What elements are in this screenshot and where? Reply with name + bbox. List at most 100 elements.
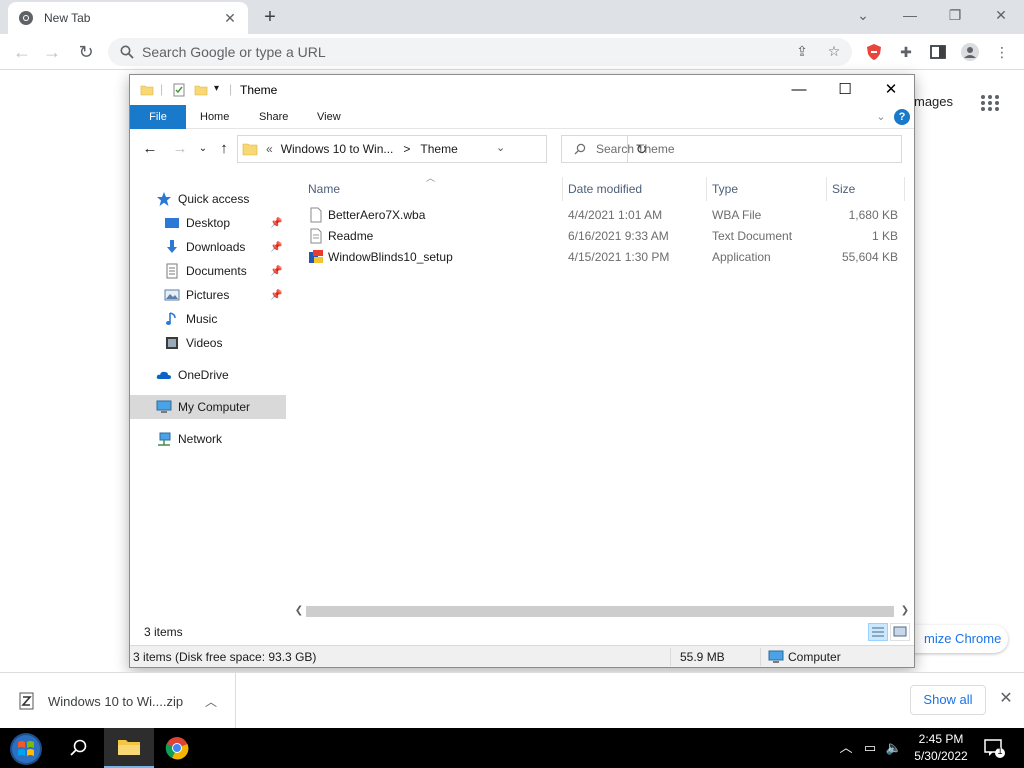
column-divider[interactable] bbox=[826, 177, 827, 201]
reload-icon[interactable]: ↻ bbox=[74, 40, 98, 64]
tab-new-tab[interactable]: New Tab ✕ bbox=[8, 2, 248, 34]
titlebar-separator-2: | bbox=[229, 82, 233, 96]
tab-search-icon[interactable]: ⌄ bbox=[848, 4, 878, 26]
forward-arrow-icon[interactable]: → bbox=[170, 139, 190, 159]
sort-ascending-icon: ︿ bbox=[426, 173, 436, 183]
system-clock[interactable]: 2:45 PM 5/30/2022 bbox=[906, 731, 976, 765]
nav-label: OneDrive bbox=[178, 368, 229, 382]
nav-pictures[interactable]: Pictures 📌 bbox=[130, 283, 286, 307]
status-selection-size: 55.9 MB bbox=[680, 650, 725, 664]
customize-chrome-button[interactable]: mize Chrome bbox=[900, 625, 1008, 653]
download-item[interactable]: Windows 10 to Wi....zip ︿ bbox=[0, 673, 236, 729]
explorer-maximize-icon[interactable]: ☐ bbox=[822, 75, 868, 105]
column-divider[interactable] bbox=[706, 177, 707, 201]
tab-file[interactable]: File bbox=[130, 105, 186, 129]
breadcrumb-current[interactable]: Theme bbox=[420, 142, 457, 156]
customize-qat-icon[interactable]: ▾ bbox=[214, 83, 219, 94]
omnibox[interactable]: Search Google or type a URL bbox=[108, 38, 852, 66]
column-name[interactable]: Name bbox=[308, 177, 340, 201]
expand-ribbon-icon[interactable]: ⌄ bbox=[874, 109, 888, 125]
bookmark-star-icon[interactable]: ☆ bbox=[824, 41, 844, 61]
column-divider[interactable] bbox=[562, 177, 563, 201]
profile-avatar-icon[interactable] bbox=[960, 42, 980, 62]
breadcrumb-overflow[interactable]: « bbox=[266, 142, 273, 156]
scroll-left-icon[interactable]: ❮ bbox=[292, 603, 306, 619]
tab-view[interactable]: View bbox=[303, 105, 355, 129]
file-row[interactable]: WindowBlinds10_setup 4/15/2021 1:30 PM A… bbox=[296, 247, 910, 268]
computer-icon bbox=[156, 400, 172, 413]
pin-icon[interactable]: 📌 bbox=[270, 242, 282, 253]
forward-icon[interactable]: → bbox=[40, 40, 64, 64]
file-date: 4/15/2021 1:30 PM bbox=[568, 250, 670, 264]
minimize-icon[interactable]: — bbox=[895, 4, 925, 26]
horizontal-scrollbar[interactable]: ❮ ❯ bbox=[292, 603, 914, 619]
pin-icon[interactable]: 📌 bbox=[270, 290, 282, 301]
tab-close-icon[interactable]: ✕ bbox=[222, 10, 238, 26]
side-panel-icon[interactable] bbox=[928, 42, 948, 62]
images-link[interactable]: mages bbox=[914, 94, 953, 109]
nav-label: My Computer bbox=[178, 400, 251, 414]
file-row[interactable]: BetterAero7X.wba 4/4/2021 1:01 AM WBA Fi… bbox=[296, 205, 910, 226]
nav-desktop[interactable]: Desktop 📌 bbox=[130, 211, 286, 235]
explorer-close-icon[interactable]: ✕ bbox=[868, 75, 914, 105]
tab-home[interactable]: Home bbox=[186, 105, 243, 129]
tab-share[interactable]: Share bbox=[245, 105, 302, 129]
new-folder-icon[interactable] bbox=[194, 83, 208, 97]
properties-icon[interactable] bbox=[172, 83, 186, 97]
nav-videos[interactable]: Videos bbox=[130, 331, 286, 355]
explorer-minimize-icon[interactable]: — bbox=[776, 75, 822, 105]
recent-locations-icon[interactable]: ⌄ bbox=[193, 139, 213, 159]
breadcrumb-separator[interactable]: > bbox=[403, 142, 410, 156]
desktop-folder-icon bbox=[165, 218, 179, 228]
taskbar-search-icon[interactable] bbox=[54, 728, 104, 768]
nav-onedrive[interactable]: OneDrive bbox=[130, 363, 286, 387]
nav-documents[interactable]: Documents 📌 bbox=[130, 259, 286, 283]
new-tab-button[interactable]: + bbox=[258, 6, 282, 28]
column-type[interactable]: Type bbox=[712, 177, 738, 201]
details-view-icon[interactable] bbox=[868, 623, 888, 641]
extension-shield-icon[interactable] bbox=[864, 42, 884, 62]
google-apps-icon[interactable] bbox=[980, 94, 1000, 112]
back-arrow-icon[interactable]: ← bbox=[140, 139, 160, 159]
up-arrow-icon[interactable]: ↑ bbox=[214, 139, 234, 159]
address-dropdown-icon[interactable]: ⌄ bbox=[496, 141, 505, 154]
column-size[interactable]: Size bbox=[832, 177, 855, 201]
show-hidden-icons-icon[interactable]: ︿ bbox=[836, 738, 856, 758]
file-row[interactable]: Readme 6/16/2021 9:33 AM Text Document 1… bbox=[296, 226, 910, 247]
share-icon[interactable]: ⇪ bbox=[792, 41, 812, 61]
back-icon[interactable]: ← bbox=[10, 40, 34, 64]
scroll-right-icon[interactable]: ❯ bbox=[898, 603, 912, 619]
file-name: BetterAero7X.wba bbox=[328, 208, 426, 222]
show-all-button[interactable]: Show all bbox=[910, 685, 986, 715]
taskbar-chrome-icon[interactable] bbox=[152, 728, 202, 768]
large-icons-view-icon[interactable] bbox=[890, 623, 910, 641]
help-icon[interactable]: ? bbox=[894, 109, 910, 125]
nav-my-computer[interactable]: My Computer bbox=[130, 395, 286, 419]
file-date: 4/4/2021 1:01 AM bbox=[568, 208, 663, 222]
column-divider[interactable] bbox=[904, 177, 905, 201]
nav-label: Videos bbox=[186, 336, 223, 350]
pin-icon[interactable]: 📌 bbox=[270, 266, 282, 277]
column-date-modified[interactable]: Date modified bbox=[568, 177, 642, 201]
taskbar-file-explorer-icon[interactable] bbox=[104, 728, 154, 768]
start-button-icon[interactable] bbox=[8, 731, 44, 767]
close-download-shelf-icon[interactable]: ✕ bbox=[996, 689, 1016, 709]
search-box[interactable]: Search Theme bbox=[561, 135, 902, 163]
nav-downloads[interactable]: Downloads 📌 bbox=[130, 235, 286, 259]
extensions-puzzle-icon[interactable]: ✚ bbox=[896, 42, 916, 62]
volume-icon[interactable]: 🔈 bbox=[884, 738, 904, 758]
nav-network[interactable]: Network bbox=[130, 427, 286, 451]
nav-quick-access[interactable]: Quick access bbox=[130, 187, 286, 211]
network-tray-icon[interactable]: ▭ bbox=[860, 738, 880, 758]
close-window-icon[interactable]: ✕ bbox=[986, 4, 1016, 26]
pin-icon[interactable]: 📌 bbox=[270, 218, 282, 229]
download-menu-icon[interactable]: ︿ bbox=[203, 693, 219, 710]
action-center-icon[interactable]: 1 bbox=[982, 736, 1006, 760]
chrome-menu-icon[interactable]: ⋮ bbox=[992, 42, 1012, 62]
restore-icon[interactable]: ❐ bbox=[940, 4, 970, 26]
address-bar[interactable]: « Windows 10 to Win... > Theme ⌄ ↻ bbox=[237, 135, 647, 163]
nav-music[interactable]: Music bbox=[130, 307, 286, 331]
scroll-thumb[interactable] bbox=[306, 606, 894, 617]
breadcrumb-parent[interactable]: Windows 10 to Win... bbox=[281, 142, 394, 156]
file-name: Readme bbox=[328, 229, 374, 243]
